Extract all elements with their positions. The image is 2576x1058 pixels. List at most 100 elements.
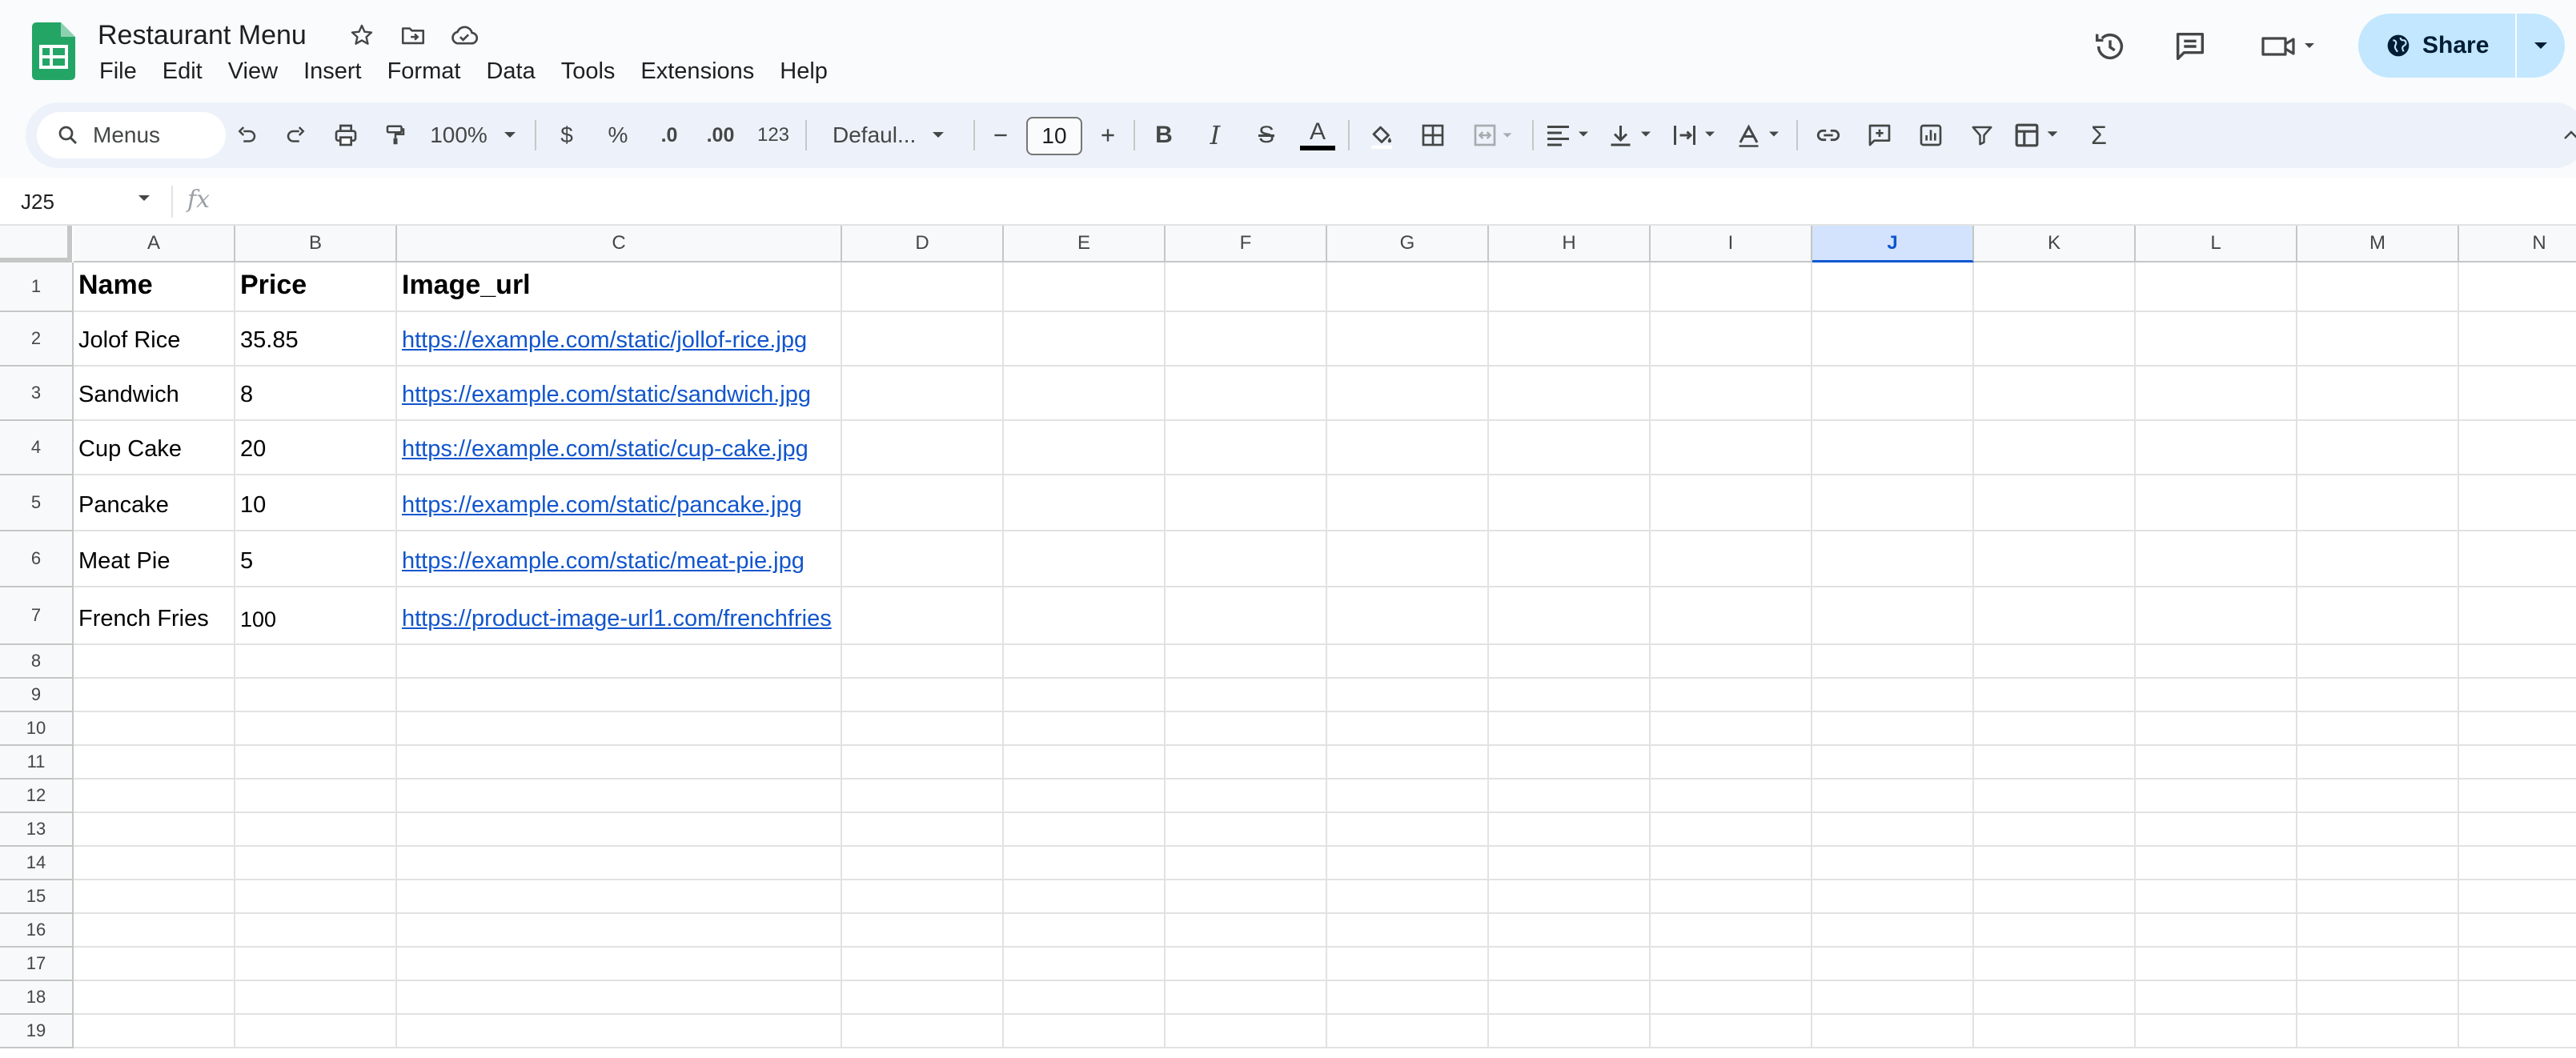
empty-cell[interactable] [1004, 367, 1166, 421]
empty-cell[interactable] [1812, 981, 1974, 1015]
empty-cell[interactable] [1489, 312, 1651, 367]
empty-cell[interactable] [1327, 847, 1489, 880]
empty-cell[interactable] [397, 914, 842, 948]
empty-cell[interactable] [397, 981, 842, 1015]
empty-cell[interactable] [2459, 1015, 2576, 1048]
empty-cell[interactable] [1489, 779, 1651, 813]
image-url-link-cell[interactable]: https://example.com/static/sandwich.jpg [397, 367, 842, 421]
empty-cell[interactable] [1651, 645, 1812, 679]
empty-cell[interactable] [2297, 779, 2459, 813]
empty-cell[interactable] [1004, 679, 1166, 712]
empty-cell[interactable] [2459, 367, 2576, 421]
empty-cell[interactable] [1812, 587, 1974, 645]
empty-cell[interactable] [74, 981, 235, 1015]
share-button[interactable]: Share [2358, 14, 2565, 78]
empty-cell[interactable] [1489, 880, 1651, 914]
row-header-6[interactable]: 6 [0, 531, 74, 587]
column-header-l[interactable]: L [2136, 226, 2297, 262]
empty-cell[interactable] [2459, 813, 2576, 847]
decrease-font-size-button[interactable] [980, 102, 1021, 168]
text-color-icon[interactable]: A [1294, 102, 1342, 168]
search-menus-input[interactable]: Menus [37, 112, 226, 158]
empty-cell[interactable] [1327, 262, 1489, 312]
empty-cell[interactable] [1812, 312, 1974, 367]
borders-icon[interactable] [1409, 102, 1457, 168]
empty-cell[interactable] [1489, 367, 1651, 421]
empty-cell[interactable] [2297, 948, 2459, 981]
menu-data[interactable]: Data [473, 54, 548, 88]
image-url-link-cell[interactable]: https://example.com/static/meat-pie.jpg [397, 531, 842, 587]
filter-views-icon[interactable] [2008, 102, 2072, 168]
data-cell[interactable]: Meat Pie [74, 531, 235, 587]
empty-cell[interactable] [1004, 262, 1166, 312]
version-history-icon[interactable] [2086, 22, 2134, 70]
empty-cell[interactable] [1327, 367, 1489, 421]
column-header-e[interactable]: E [1004, 226, 1166, 262]
empty-cell[interactable] [1004, 531, 1166, 587]
share-main-button[interactable]: Share [2358, 14, 2517, 78]
empty-cell[interactable] [1327, 679, 1489, 712]
empty-cell[interactable] [1974, 587, 2136, 645]
star-icon[interactable] [346, 19, 378, 51]
empty-cell[interactable] [2136, 981, 2297, 1015]
column-header-g[interactable]: G [1327, 226, 1489, 262]
empty-cell[interactable] [2459, 475, 2576, 531]
empty-cell[interactable] [1651, 531, 1812, 587]
empty-cell[interactable] [235, 813, 397, 847]
empty-cell[interactable] [2459, 880, 2576, 914]
empty-cell[interactable] [1974, 981, 2136, 1015]
empty-cell[interactable] [1004, 948, 1166, 981]
empty-cell[interactable] [1166, 262, 1327, 312]
empty-cell[interactable] [2459, 779, 2576, 813]
menu-view[interactable]: View [215, 54, 291, 88]
empty-cell[interactable] [397, 679, 842, 712]
empty-cell[interactable] [2459, 712, 2576, 746]
empty-cell[interactable] [1489, 421, 1651, 475]
empty-cell[interactable] [235, 746, 397, 779]
column-header-m[interactable]: M [2297, 226, 2459, 262]
empty-cell[interactable] [1004, 1015, 1166, 1048]
empty-cell[interactable] [1651, 312, 1812, 367]
empty-cell[interactable] [235, 847, 397, 880]
row-header-11[interactable]: 11 [0, 746, 74, 779]
empty-cell[interactable] [842, 262, 1004, 312]
empty-cell[interactable] [1489, 948, 1651, 981]
empty-cell[interactable] [1489, 813, 1651, 847]
empty-cell[interactable] [1812, 813, 1974, 847]
empty-cell[interactable] [1651, 1015, 1812, 1048]
empty-cell[interactable] [1004, 914, 1166, 948]
data-cell[interactable]: 10 [235, 475, 397, 531]
empty-cell[interactable] [1166, 587, 1327, 645]
empty-cell[interactable] [1004, 421, 1166, 475]
empty-cell[interactable] [2459, 914, 2576, 948]
empty-cell[interactable] [235, 880, 397, 914]
image-url-link-cell[interactable]: https://example.com/static/pancake.jpg [397, 475, 842, 531]
empty-cell[interactable] [1812, 1015, 1974, 1048]
empty-cell[interactable] [397, 847, 842, 880]
image-url-link-cell[interactable]: https://example.com/static/jollof-rice.j… [397, 312, 842, 367]
empty-cell[interactable] [1166, 645, 1327, 679]
strikethrough-icon[interactable]: S [1242, 102, 1290, 168]
empty-cell[interactable] [1651, 880, 1812, 914]
data-cell[interactable]: Sandwich [74, 367, 235, 421]
vertical-align-icon[interactable] [1601, 102, 1662, 168]
empty-cell[interactable] [1651, 948, 1812, 981]
empty-cell[interactable] [1166, 880, 1327, 914]
empty-cell[interactable] [1812, 880, 1974, 914]
empty-cell[interactable] [2136, 779, 2297, 813]
empty-cell[interactable] [1974, 367, 2136, 421]
empty-cell[interactable] [1166, 981, 1327, 1015]
empty-cell[interactable] [1974, 531, 2136, 587]
insert-chart-icon[interactable] [1907, 102, 1955, 168]
empty-cell[interactable] [842, 475, 1004, 531]
empty-cell[interactable] [1004, 712, 1166, 746]
empty-cell[interactable] [235, 712, 397, 746]
empty-cell[interactable] [1327, 779, 1489, 813]
row-header-4[interactable]: 4 [0, 421, 74, 475]
empty-cell[interactable] [1974, 847, 2136, 880]
empty-cell[interactable] [1489, 679, 1651, 712]
empty-cell[interactable] [1489, 981, 1651, 1015]
empty-cell[interactable] [2136, 531, 2297, 587]
empty-cell[interactable] [1974, 948, 2136, 981]
empty-cell[interactable] [1974, 645, 2136, 679]
